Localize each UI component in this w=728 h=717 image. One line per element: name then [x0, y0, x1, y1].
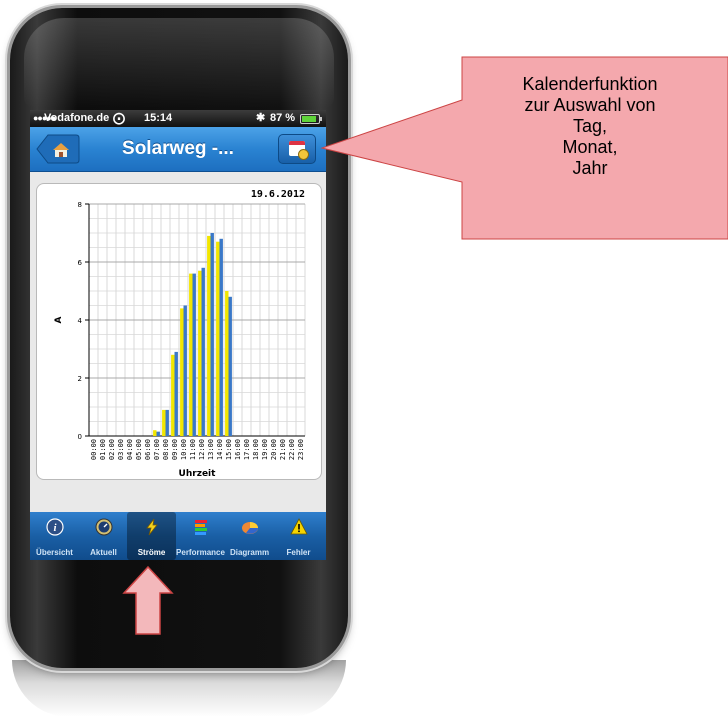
bar — [171, 354, 175, 436]
x-tick-label: 10:00 — [180, 439, 188, 460]
bar — [153, 430, 157, 436]
x-tick-label: 22:00 — [288, 439, 296, 460]
callout-line: Tag, — [572, 116, 608, 136]
x-axis-label: Uhrzeit — [179, 469, 217, 479]
y-tick-label: 4 — [78, 317, 83, 325]
x-tick-label: 08:00 — [162, 439, 170, 460]
back-home-button[interactable] — [36, 134, 80, 164]
x-tick-label: 12:00 — [198, 439, 206, 460]
chart-date-label: 19.6.2012 — [251, 189, 305, 200]
tab-fehler[interactable]: Fehler — [274, 512, 323, 560]
y-tick-label: 8 — [78, 201, 82, 209]
x-tick-label: 09:00 — [171, 439, 179, 460]
callout-line: zur Auswahl von — [524, 95, 656, 115]
bar — [180, 308, 184, 436]
home-icon — [36, 134, 80, 164]
tab-diagramm[interactable]: Diagramm — [225, 512, 274, 560]
clock-icon — [298, 149, 309, 160]
x-tick-label: 16:00 — [234, 439, 242, 460]
x-tick-label: 13:00 — [207, 439, 215, 460]
x-tick-label: 03:00 — [117, 439, 125, 460]
bar — [225, 291, 229, 436]
callout-line: Kalenderfunktion — [522, 74, 658, 94]
calendar-button[interactable] — [278, 134, 316, 164]
bar — [210, 233, 214, 436]
x-tick-label: 01:00 — [99, 439, 107, 460]
bar — [201, 267, 205, 436]
x-tick-label: 02:00 — [108, 439, 116, 460]
tab-label: Fehler — [286, 548, 311, 557]
current-chart: 19.6.2012 0 2 4 6 8 A 00:00 01:00 02:00 03:00 04:00… — [54, 189, 306, 479]
x-tick-label: 17:00 — [243, 439, 251, 460]
x-tick-label: 23:00 — [297, 439, 305, 460]
tab-bar: i Übersicht Aktuell Ströme Performance Diagra… — [30, 512, 326, 560]
x-tick-label: 06:00 — [144, 439, 152, 460]
bar — [192, 273, 196, 436]
bar — [228, 296, 232, 436]
tab-ströme[interactable]: Ströme — [127, 512, 176, 560]
bar — [207, 235, 211, 436]
x-tick-label: 00:00 — [90, 439, 98, 460]
x-tick-label: 14:00 — [216, 439, 224, 460]
y-axis-label: A — [54, 316, 64, 323]
y-tick-label: 2 — [78, 375, 82, 383]
tab-performance[interactable]: Performance — [176, 512, 225, 560]
warning-icon — [290, 518, 308, 535]
x-tick-label: 18:00 — [252, 439, 260, 460]
x-tick-label: 07:00 — [153, 439, 161, 460]
x-tick-label: 15:00 — [225, 439, 233, 460]
status-time: 15:14 — [144, 112, 173, 124]
x-tick-label: 04:00 — [126, 439, 134, 460]
bluetooth-icon: ✱ — [256, 112, 266, 124]
bar — [156, 431, 160, 436]
callout-line: Monat, — [562, 137, 618, 157]
x-tick-label: 19:00 — [261, 439, 269, 460]
bar — [219, 238, 223, 436]
bar — [183, 305, 187, 436]
bar — [165, 409, 169, 436]
stacked-bars-icon — [195, 520, 207, 535]
phone-screen: ●●●●● Vodafone.de ⨀ 15:14 ✱ 87 % Solarwe… — [30, 110, 326, 560]
bar — [216, 241, 220, 436]
x-tick-label: 20:00 — [270, 439, 278, 460]
x-tick-label: 05:00 — [135, 439, 143, 460]
bar — [174, 351, 178, 436]
phone-gloss — [24, 18, 334, 108]
nav-title: Solarweg -... — [122, 138, 234, 159]
status-bar: ●●●●● Vodafone.de ⨀ 15:14 ✱ 87 % — [30, 110, 326, 127]
phone-reflection — [12, 660, 346, 717]
lightning-icon — [146, 518, 158, 536]
gauge-icon — [95, 518, 113, 536]
bar — [198, 270, 202, 436]
callout-text: Kalenderfunktion zur Auswahl von Tag, Monat… — [462, 74, 718, 179]
y-tick-label: 0 — [78, 433, 82, 441]
x-tick-label: 21:00 — [279, 439, 287, 460]
tab-übersicht[interactable]: i Übersicht — [30, 512, 79, 560]
pie-chart-icon — [242, 522, 258, 534]
wifi-icon: ⨀ — [113, 111, 125, 125]
x-tick-label: 11:00 — [189, 439, 197, 460]
y-tick-label: 6 — [78, 259, 83, 267]
nav-bar: Solarweg -... — [30, 127, 326, 172]
battery-percent: 87 % — [270, 112, 296, 124]
bar — [189, 273, 193, 436]
carrier-name: Vodafone.de — [44, 112, 110, 124]
info-icon: i — [46, 518, 64, 536]
chart-card: 19.6.2012 0 2 4 6 8 A 00:00 01:00 02:00 03:00 04:00… — [36, 183, 322, 480]
battery-icon — [300, 114, 322, 124]
bar — [162, 409, 166, 436]
callout-line: Jahr — [572, 158, 608, 178]
